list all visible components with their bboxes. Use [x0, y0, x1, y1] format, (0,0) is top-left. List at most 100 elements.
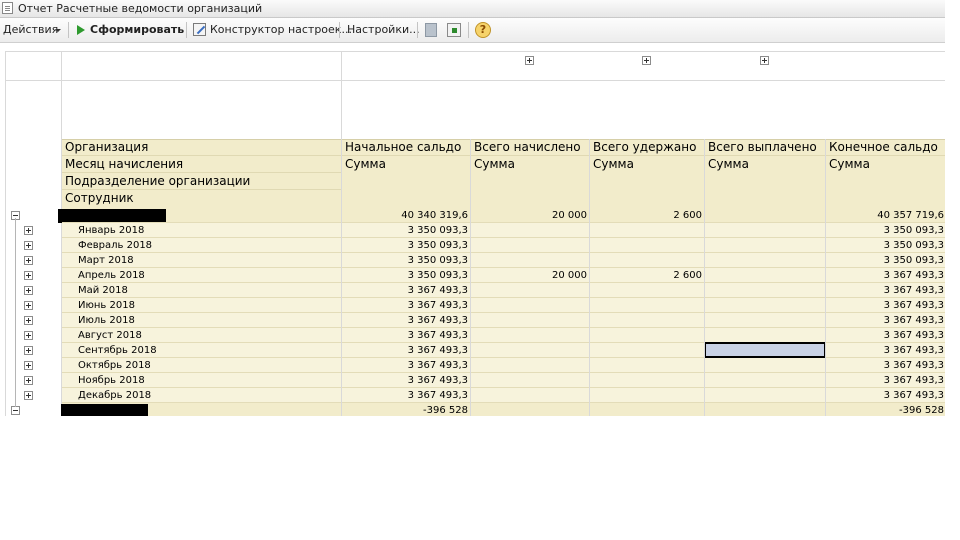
month-label[interactable]: Июль 2018 [78, 313, 135, 328]
column-header-paid: Всего выплачено [708, 140, 817, 154]
expand-plus-icon[interactable] [24, 226, 33, 235]
table-row[interactable] [62, 253, 945, 268]
column-subheader-sum: Сумма [593, 157, 634, 171]
expand-plus-icon[interactable] [24, 346, 33, 355]
cell-value[interactable]: 3 367 493,3 [358, 388, 468, 403]
cell-value[interactable]: 3 367 493,3 [834, 298, 944, 313]
month-label[interactable]: Сентябрь 2018 [78, 343, 157, 358]
export-icon[interactable] [425, 23, 437, 37]
cell-value[interactable]: 3 367 493,3 [834, 268, 944, 283]
cell-value[interactable]: 2 600 [592, 208, 702, 223]
grid-line [5, 80, 945, 81]
table-row[interactable] [62, 373, 945, 388]
play-icon[interactable] [77, 25, 85, 35]
table-row[interactable] [62, 388, 945, 403]
cell-value[interactable]: 20 000 [477, 268, 587, 283]
generate-button[interactable]: Сформировать [90, 18, 184, 42]
month-label[interactable]: Май 2018 [78, 283, 128, 298]
settings-button[interactable]: Настройки... [347, 18, 420, 42]
cell-value[interactable]: 3 367 493,3 [358, 313, 468, 328]
cell-value[interactable]: 3 350 093,3 [358, 253, 468, 268]
cell-value[interactable]: 3 350 093,3 [834, 253, 944, 268]
cell-value[interactable]: 3 350 093,3 [834, 223, 944, 238]
table-row[interactable] [62, 313, 945, 328]
table-row[interactable] [62, 283, 945, 298]
month-label[interactable]: Январь 2018 [78, 223, 144, 238]
column-header-opening-balance: Начальное сальдо [345, 140, 462, 154]
cell-value[interactable]: -396 528 [834, 403, 944, 416]
cell-value[interactable]: 20 000 [477, 208, 587, 223]
expand-plus-icon[interactable] [24, 286, 33, 295]
cell-value[interactable]: 3 367 493,3 [834, 373, 944, 388]
grid-line [5, 51, 945, 52]
table-row[interactable] [62, 298, 945, 313]
expand-plus-icon[interactable] [24, 331, 33, 340]
help-icon[interactable]: ? [475, 22, 491, 38]
cell-value[interactable]: 3 367 493,3 [358, 358, 468, 373]
expand-plus-icon[interactable] [24, 316, 33, 325]
expand-plus-icon[interactable] [24, 301, 33, 310]
window-title: Отчет Расчетные ведомости организаций [18, 2, 263, 15]
cell-value[interactable]: 3 367 493,3 [358, 343, 468, 358]
row-header-department: Подразделение организации [65, 174, 251, 188]
column-subheader-sum: Сумма [474, 157, 515, 171]
redacted-organization-name [61, 404, 148, 416]
month-label[interactable]: Февраль 2018 [78, 238, 152, 253]
actions-menu[interactable]: Действия [3, 18, 58, 42]
selected-cell[interactable] [704, 342, 826, 358]
grid-line [825, 139, 826, 416]
month-label[interactable]: Ноябрь 2018 [78, 373, 145, 388]
table-row[interactable] [62, 223, 945, 238]
cell-value[interactable]: 3 367 493,3 [834, 388, 944, 403]
table-row[interactable] [62, 238, 945, 253]
month-label[interactable]: Декабрь 2018 [78, 388, 151, 403]
cell-value[interactable]: 40 357 719,6 [834, 208, 944, 223]
expand-plus-icon[interactable] [24, 376, 33, 385]
month-label[interactable]: Апрель 2018 [78, 268, 145, 283]
collapse-minus-icon[interactable] [11, 406, 20, 415]
cell-value[interactable]: 2 600 [592, 268, 702, 283]
cell-value[interactable]: -396 528 [358, 403, 468, 416]
cell-value[interactable]: 3 350 093,3 [358, 268, 468, 283]
dropdown-caret-icon[interactable] [55, 29, 61, 32]
cell-value[interactable]: 3 367 493,3 [834, 358, 944, 373]
cell-value[interactable]: 3 367 493,3 [834, 313, 944, 328]
column-header-accrued: Всего начислено [474, 140, 581, 154]
grid-line [470, 139, 471, 416]
cell-value[interactable]: 40 340 319,6 [358, 208, 468, 223]
constructor-button[interactable]: Конструктор настроек... [210, 18, 352, 42]
cell-value[interactable]: 3 350 093,3 [358, 223, 468, 238]
toolbar: Действия Сформировать Конструктор настро… [0, 18, 945, 43]
cell-value[interactable]: 3 350 093,3 [358, 238, 468, 253]
table-row[interactable] [62, 358, 945, 373]
toolbar-separator [339, 22, 340, 38]
save-icon[interactable] [447, 23, 461, 37]
report-sheet[interactable]: Организация Месяц начисления Подразделен… [0, 43, 945, 416]
expand-plus-icon[interactable] [24, 271, 33, 280]
table-row[interactable] [62, 403, 945, 416]
toolbar-separator [417, 22, 418, 38]
month-label[interactable]: Июнь 2018 [78, 298, 135, 313]
expand-plus-icon[interactable] [525, 56, 534, 65]
cell-value[interactable]: 3 367 493,3 [834, 343, 944, 358]
cell-value[interactable]: 3 367 493,3 [358, 298, 468, 313]
expand-plus-icon[interactable] [24, 391, 33, 400]
cell-value[interactable]: 3 367 493,3 [358, 283, 468, 298]
month-label[interactable]: Март 2018 [78, 253, 134, 268]
expand-plus-icon[interactable] [24, 361, 33, 370]
table-row[interactable] [62, 328, 945, 343]
cell-value[interactable]: 3 367 493,3 [358, 328, 468, 343]
cell-value[interactable]: 3 350 093,3 [834, 238, 944, 253]
cell-value[interactable]: 3 367 493,3 [834, 283, 944, 298]
cell-value[interactable]: 3 367 493,3 [358, 373, 468, 388]
expand-plus-icon[interactable] [642, 56, 651, 65]
expand-plus-icon[interactable] [24, 241, 33, 250]
month-label[interactable]: Август 2018 [78, 328, 142, 343]
toolbar-separator [68, 22, 69, 38]
cell-value[interactable]: 3 367 493,3 [834, 328, 944, 343]
expand-plus-icon[interactable] [760, 56, 769, 65]
constructor-icon[interactable] [193, 23, 206, 36]
month-label[interactable]: Октябрь 2018 [78, 358, 151, 373]
expand-plus-icon[interactable] [24, 256, 33, 265]
grid-line [5, 51, 6, 416]
